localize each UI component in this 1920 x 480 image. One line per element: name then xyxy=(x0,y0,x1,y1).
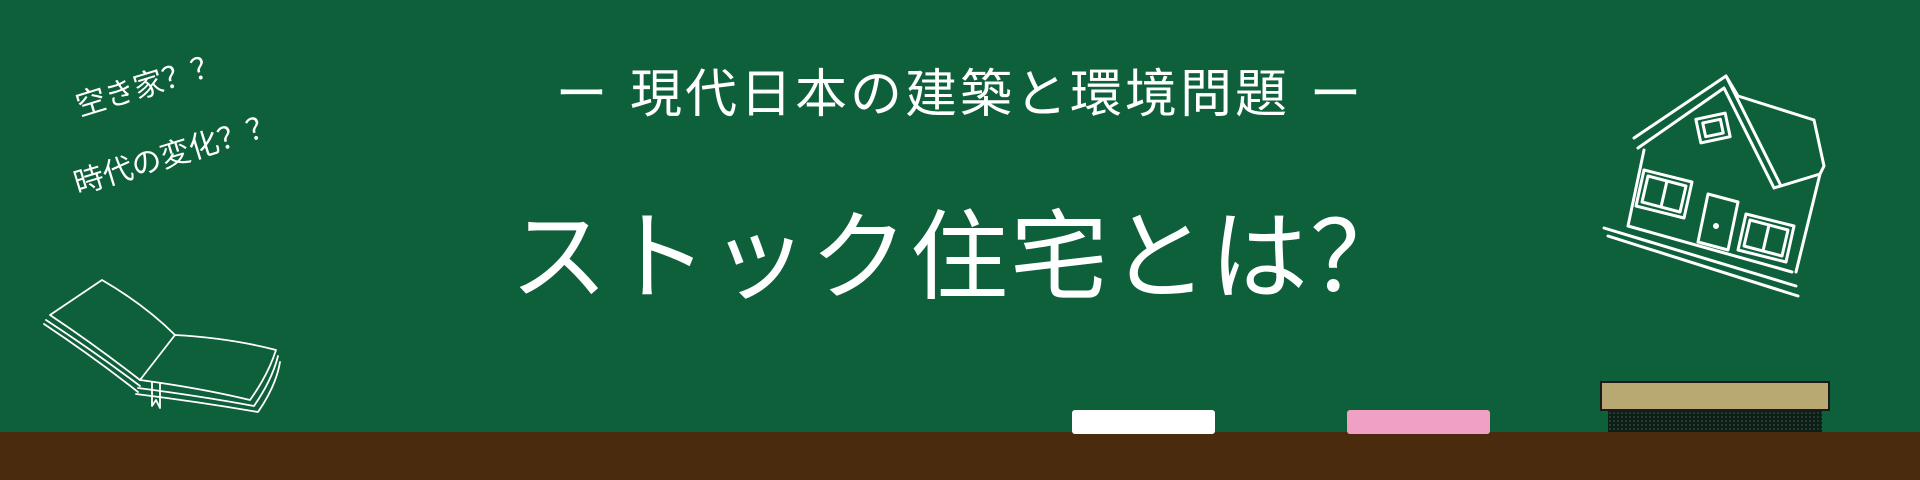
white-chalk xyxy=(1072,410,1215,434)
eraser xyxy=(1600,381,1830,411)
pink-chalk xyxy=(1347,410,1490,434)
chalk-ledge xyxy=(0,432,1920,480)
eraser-felt xyxy=(1608,411,1822,432)
open-book-icon xyxy=(43,279,281,413)
house-icon xyxy=(1602,74,1826,298)
